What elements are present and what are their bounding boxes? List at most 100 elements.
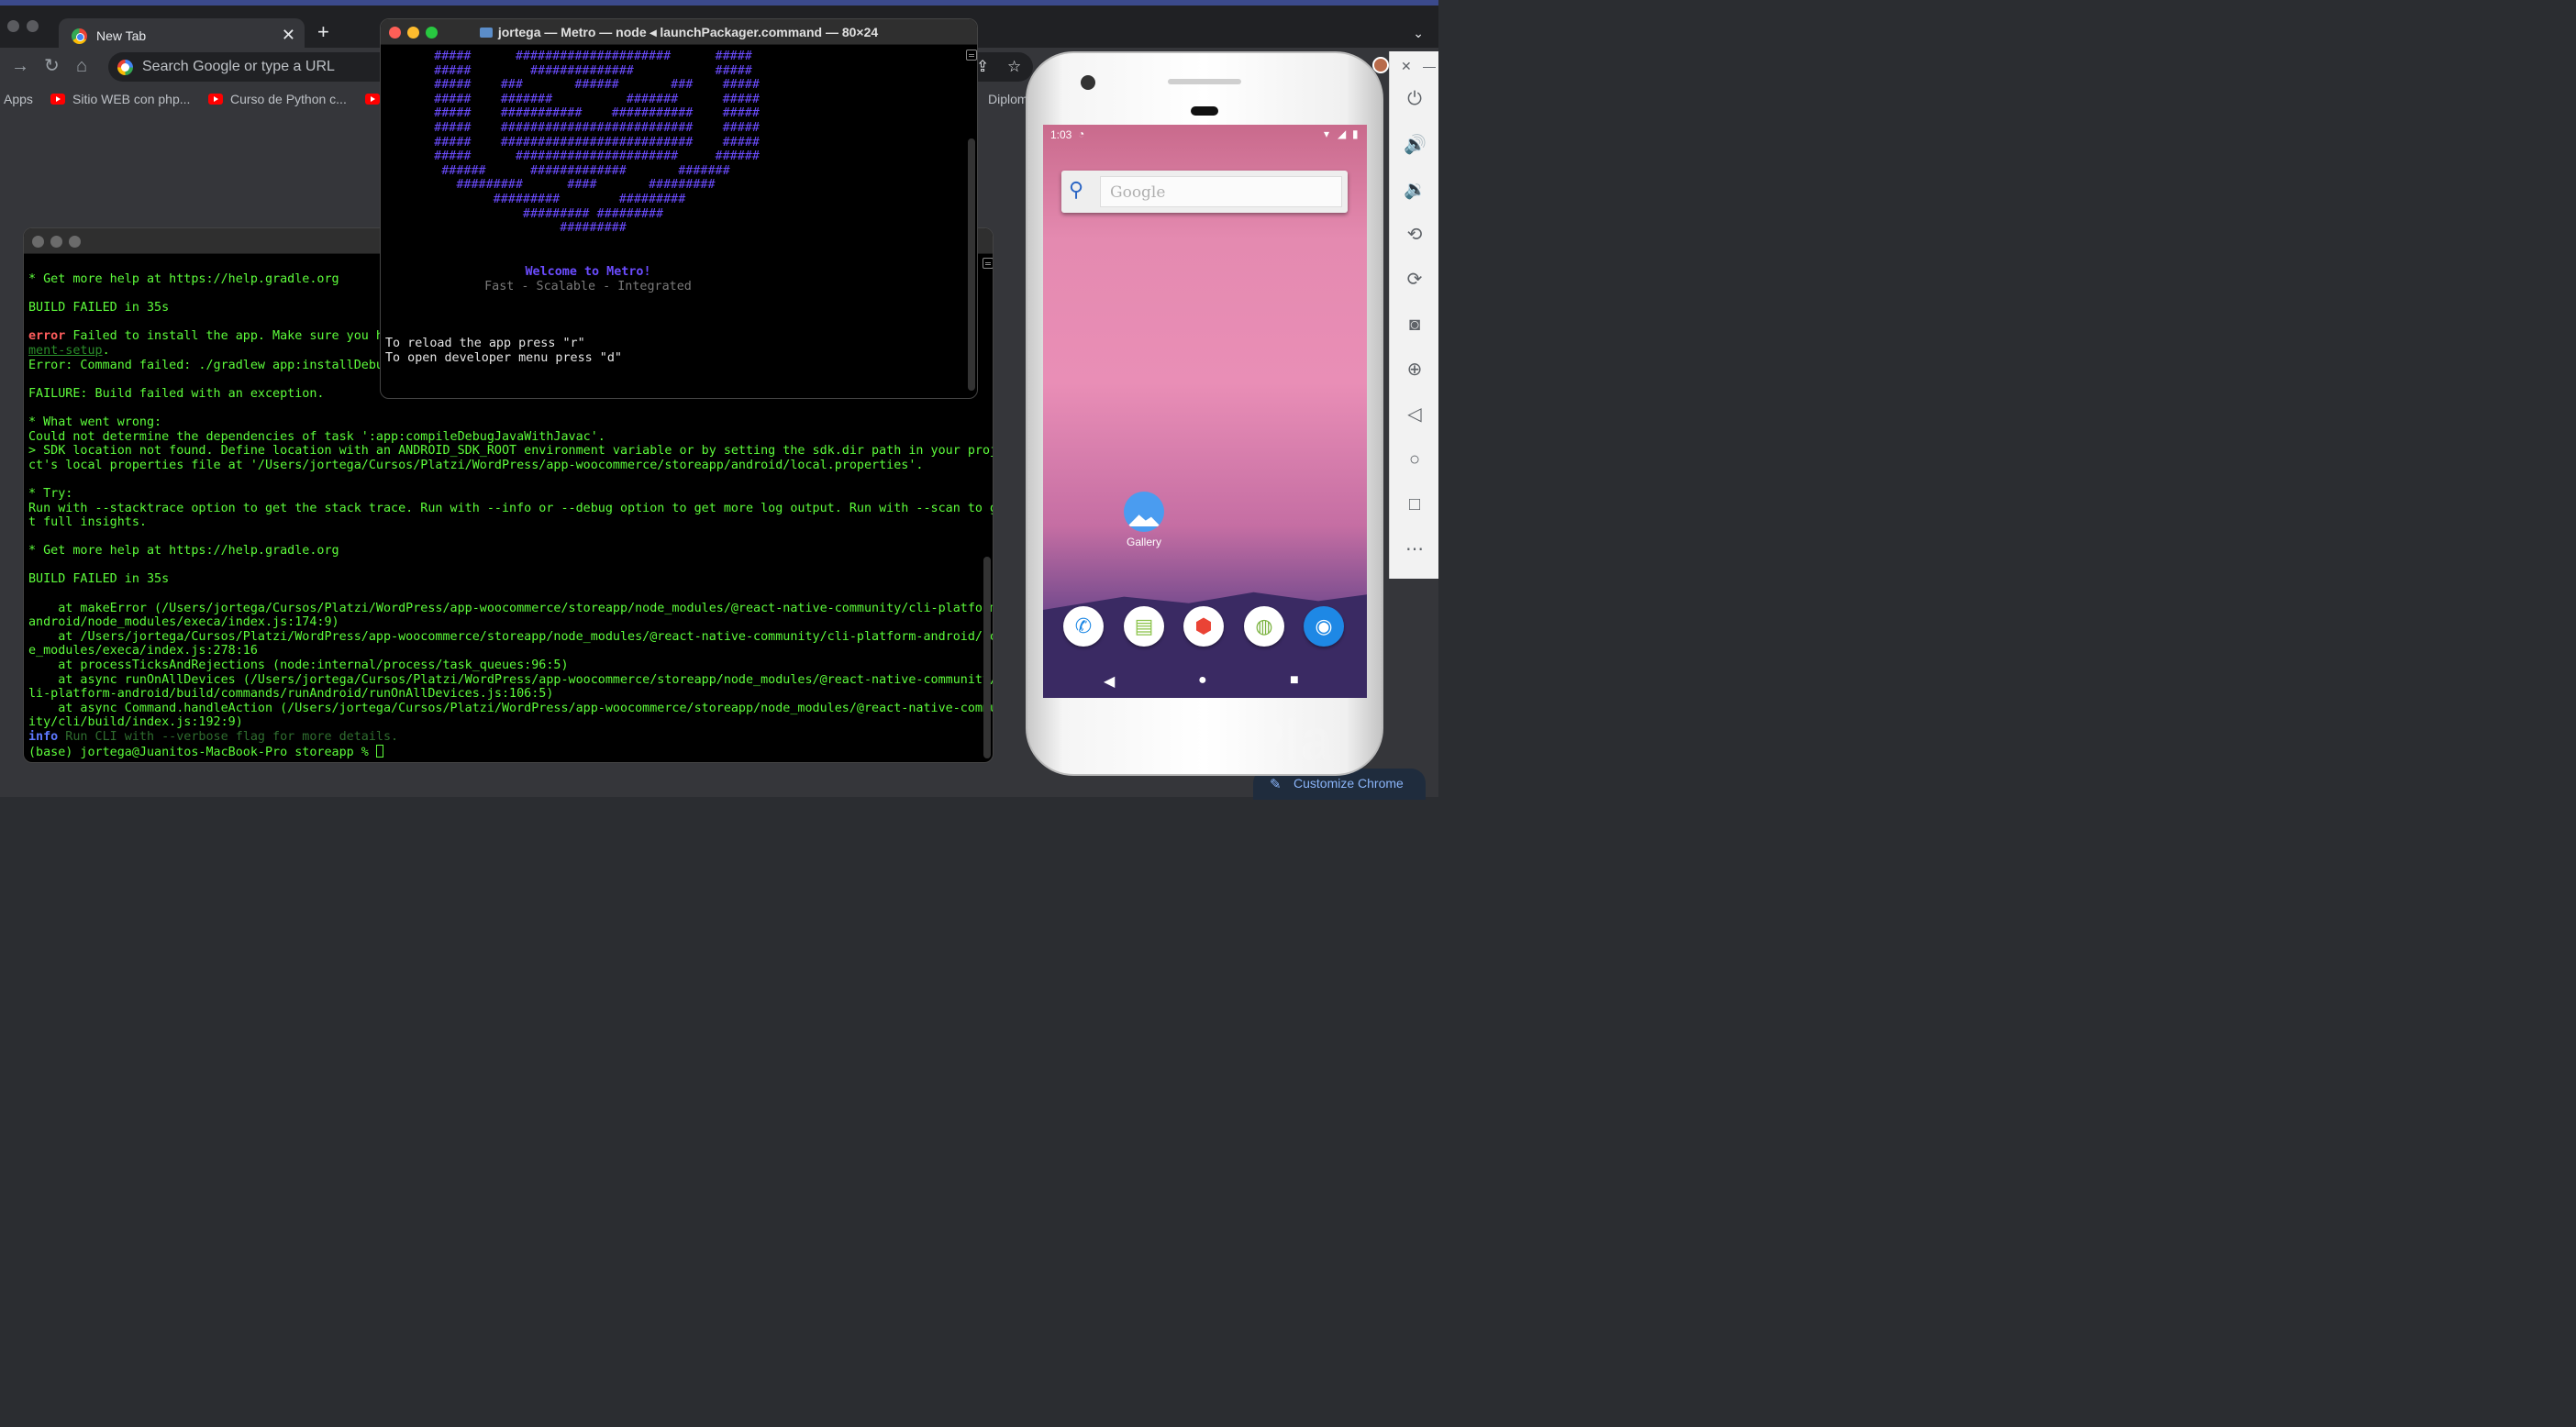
search-placeholder: Google [1110, 183, 1166, 202]
phone-speaker [1168, 79, 1241, 84]
share-icon[interactable]: ⇪ [976, 58, 989, 76]
youtube-icon [208, 94, 223, 105]
metro-terminal-window[interactable]: jortega — Metro — node ◂ launchPackager.… [380, 18, 978, 399]
emulator-controls: ✕ — ⏻ 🔊 🔉 ⟲ ⟳ ◙ ⊕ ◁ ○ □ ⋯ [1389, 51, 1438, 579]
close-icon[interactable]: ✕ [282, 26, 295, 45]
google-search-widget[interactable]: ⚲ Google [1061, 171, 1348, 213]
log-line: (base) jortega@Juanitos-MacBook-Pro stor… [28, 744, 993, 760]
window-close-dot[interactable] [7, 20, 19, 32]
forward-icon[interactable]: → [11, 57, 29, 75]
scrollbar[interactable] [983, 557, 991, 758]
camera-app-icon[interactable]: ◉ [1304, 606, 1344, 647]
log-line: info Run CLI with --verbose flag for mor… [28, 730, 399, 744]
window-minimize-dot[interactable] [27, 20, 39, 32]
nav-home-icon[interactable]: ● [1198, 672, 1207, 689]
ascii-art-line: ##### ########################## ##### [412, 120, 760, 135]
log-line: * What went wrong: [28, 415, 162, 429]
log-line: at async runOnAllDevices (/Users/jortega… [28, 672, 994, 687]
log-line: t full insights. [28, 515, 147, 530]
star-icon[interactable]: ☆ [1007, 58, 1021, 76]
volume-up-icon[interactable]: 🔊 [1404, 134, 1427, 156]
scrollbar[interactable] [968, 138, 975, 391]
reload-icon[interactable]: ↻ [44, 57, 60, 75]
phone-earpiece [1191, 106, 1218, 116]
split-pane-icon[interactable] [983, 258, 993, 269]
tagline-text: Fast - Scalable - Integrated [484, 280, 692, 293]
search-icon: ⚲ [1069, 178, 1084, 201]
log-line: li-platform-android/build/commands/runAn… [28, 687, 554, 702]
log-line: * Try: [28, 486, 73, 501]
android-emulator-phone: 1:03 ◔ ▾ ◢ ▮ ⚲ Google Gallery ✆ ▤ ⬢ ◍ ◉ … [1026, 51, 1383, 776]
power-icon[interactable]: ⏻ [1404, 88, 1426, 110]
status-bar: 1:03 ◔ ▾ ◢ ▮ [1043, 125, 1367, 145]
maps-app-icon[interactable]: ⬢ [1183, 606, 1224, 647]
window-minimize-dot[interactable] [50, 236, 62, 248]
nav-back-icon[interactable]: ◀ [1104, 672, 1115, 691]
ascii-art-line: ######### ######### [412, 192, 686, 206]
metro-tagline: Fast - Scalable - Integrated [381, 280, 795, 294]
log-line: at makeError (/Users/jortega/Cursos/Plat… [28, 601, 994, 615]
split-pane-icon[interactable] [966, 50, 977, 61]
nav-overview-icon[interactable]: ■ [1290, 672, 1299, 689]
status-time: 1:03 [1050, 128, 1072, 141]
chrome-icon [72, 28, 87, 44]
gallery-icon [1124, 492, 1164, 532]
window-title: jortega — Metro — node ◂ launchPackager.… [381, 25, 977, 40]
log-line: ity/cli/build/index.js:192:9) [28, 715, 243, 730]
ascii-art-line: ######### ######### [412, 206, 664, 221]
phone-app-icon[interactable]: ✆ [1063, 606, 1104, 647]
ascii-art-line: ##### ###################### ###### [412, 149, 760, 164]
log-line: BUILD FAILED in 35s [28, 572, 170, 587]
messaging-app-icon[interactable]: ▤ [1124, 606, 1164, 647]
home-icon[interactable]: ⌂ [76, 57, 87, 75]
zoom-icon[interactable]: ⊕ [1404, 359, 1426, 381]
window-title-text: jortega — Metro — node ◂ launchPackager.… [497, 25, 879, 39]
bookmark-label: Sitio WEB con php... [72, 92, 191, 106]
android-app-icon[interactable]: ◍ [1244, 606, 1284, 647]
volume-down-icon[interactable]: 🔉 [1404, 179, 1427, 201]
gallery-app[interactable]: Gallery [1123, 492, 1165, 548]
avatar[interactable] [1372, 57, 1389, 73]
minimize-icon[interactable]: — [1423, 59, 1436, 73]
bookmark-python[interactable]: Curso de Python c... [208, 92, 347, 106]
overview-icon[interactable]: □ [1404, 493, 1426, 515]
sync-icon: ◔ [1078, 127, 1085, 140]
log-line: Could not determine the dependencies of … [28, 429, 605, 444]
log-line: android/node_modules/execa/index.js:174:… [28, 615, 339, 630]
signal-icon: ◢ [1338, 127, 1347, 140]
close-icon[interactable]: ✕ [1401, 59, 1412, 74]
log-line: ct's local properties file at '/Users/jo… [28, 458, 924, 472]
more-icon[interactable]: ⋯ [1404, 538, 1426, 560]
new-tab-button[interactable]: + [317, 22, 329, 42]
ascii-art-line: ##### ############## ##### [412, 63, 752, 78]
reload-hint: To reload the app press "r" [385, 337, 585, 350]
ascii-art-line: ##### ########### ########### ##### [412, 106, 760, 121]
rotate-right-icon[interactable]: ⟳ [1404, 269, 1426, 291]
home-icon[interactable]: ○ [1404, 448, 1426, 470]
bookmark-php[interactable]: Sitio WEB con php... [50, 92, 190, 106]
welcome-text: Welcome to Metro! [525, 265, 651, 279]
bookmark-apps[interactable]: Apps [4, 92, 33, 106]
screenshot-icon[interactable]: ◙ [1404, 314, 1426, 336]
ascii-art-line: ##### ########################## ##### [412, 135, 760, 149]
search-input[interactable]: Google [1100, 176, 1342, 207]
window-zoom-dot[interactable] [69, 236, 81, 248]
bookmark-diplom[interactable]: Diplom [988, 92, 1028, 106]
text-cursor [375, 744, 383, 758]
bookmark-label: Curso de Python c... [230, 92, 347, 106]
youtube-icon [50, 94, 65, 105]
ascii-art-line: ##### ##################### ##### [412, 50, 752, 63]
phone-screen[interactable]: 1:03 ◔ ▾ ◢ ▮ ⚲ Google Gallery ✆ ▤ ⬢ ◍ ◉ … [1043, 125, 1367, 698]
log-line: at processTicksAndRejections (node:inter… [28, 658, 569, 673]
rotate-left-icon[interactable]: ⟲ [1404, 224, 1426, 246]
back-icon[interactable]: ◁ [1404, 404, 1426, 426]
devmenu-hint: To open developer menu press "d" [385, 351, 622, 365]
ascii-art-line: ######### [412, 221, 627, 236]
chevron-down-icon[interactable]: ⌄ [1413, 26, 1424, 41]
window-close-dot[interactable] [32, 236, 44, 248]
battery-icon: ▮ [1352, 127, 1359, 140]
terminal-titlebar: jortega — Metro — node ◂ launchPackager.… [381, 19, 977, 45]
